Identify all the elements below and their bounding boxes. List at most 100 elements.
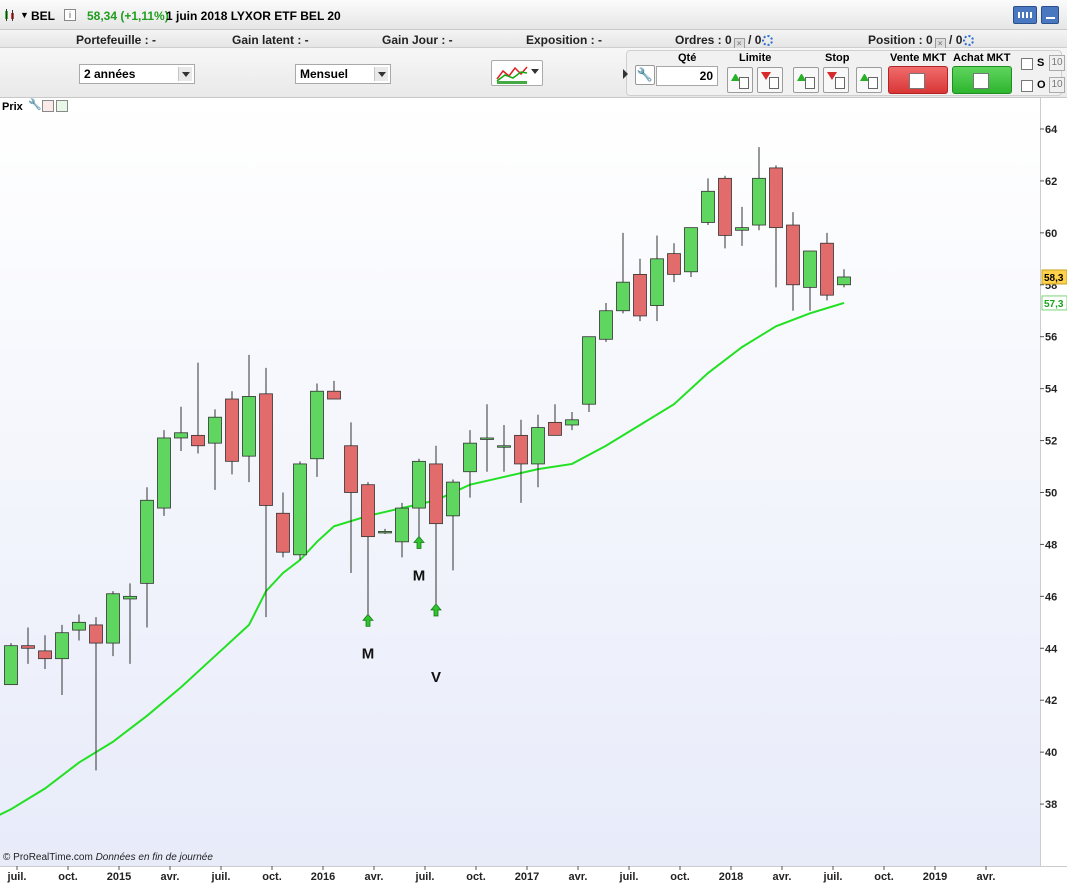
candle-down	[429, 463, 443, 525]
candle-down	[89, 624, 103, 644]
sell-market-button[interactable]	[888, 66, 948, 94]
x-tick-label: 2015	[107, 871, 131, 883]
indicator-chart-icon	[496, 66, 528, 84]
candle-up	[395, 507, 409, 543]
candle-up	[208, 416, 222, 444]
orders-count-a: 0	[725, 33, 732, 47]
symbol-dropdown-arrow-icon[interactable]: ▼	[20, 10, 29, 20]
s-count[interactable]: 10	[1049, 55, 1065, 71]
keyboard-icon[interactable]	[1013, 6, 1037, 24]
symbol-label[interactable]: BEL	[31, 9, 55, 23]
orders-count-b: 0	[754, 33, 762, 47]
buy-market-button[interactable]	[952, 66, 1012, 94]
x-tick-label: 2018	[719, 871, 743, 883]
candle-up	[531, 427, 545, 465]
o-label: O	[1037, 79, 1046, 91]
settings-wrench-icon[interactable]: 🔧	[28, 100, 42, 112]
price-chart[interactable]: 3840424446485052545658606264juil. oct. 201…	[0, 98, 1067, 886]
stop-label: Stop	[825, 52, 850, 64]
candle-down	[276, 512, 290, 553]
candle-up	[293, 463, 307, 556]
candle-down	[769, 167, 783, 229]
position-label: Position :	[868, 33, 923, 47]
indicators-button[interactable]	[491, 60, 543, 86]
candle-up	[106, 593, 120, 644]
candle-down	[667, 253, 681, 275]
stop-limit-button[interactable]	[856, 67, 882, 93]
limit-sell-button[interactable]	[757, 67, 783, 93]
gain-latent-text: Gain latent : -	[232, 33, 309, 47]
green-arrow-up-icon[interactable]	[56, 100, 68, 112]
candle-down	[786, 224, 800, 286]
chevron-down-icon	[178, 67, 192, 81]
candle-up	[752, 177, 766, 226]
orders-gear-icon[interactable]	[762, 35, 774, 46]
x-tick-label: oct.	[466, 871, 486, 883]
candle-up	[701, 190, 715, 223]
copyright-footer: © ProRealTime.com Données en fin de jour…	[3, 852, 213, 863]
ma-price-tag: 57,3	[1044, 299, 1064, 310]
candle-up	[72, 621, 86, 631]
candle-down	[21, 645, 35, 649]
info-icon[interactable]: i	[64, 9, 76, 21]
x-tick-label: 2016	[311, 871, 335, 883]
x-tick-label: oct.	[670, 871, 690, 883]
stop-sell-button[interactable]	[823, 67, 849, 93]
prix-label: Prix	[2, 101, 23, 113]
candle-up	[140, 499, 154, 584]
period-value: 2 années	[84, 67, 136, 81]
o-count[interactable]: 10	[1049, 77, 1065, 93]
y-tick-label: 52	[1045, 436, 1057, 448]
signal-arrow-icon	[430, 603, 442, 617]
candle-down	[191, 434, 205, 447]
red-arrow-down-icon[interactable]	[42, 100, 54, 112]
orders-label: Ordres :	[675, 33, 722, 47]
chevron-down-icon	[531, 69, 539, 74]
x-tick-label: juil.	[415, 871, 435, 883]
orders-sep: /	[748, 33, 752, 47]
x-tick-label: juil.	[823, 871, 843, 883]
y-tick-label: 44	[1045, 643, 1058, 655]
candle-down	[38, 650, 52, 660]
interval-select[interactable]: Mensuel	[295, 64, 391, 84]
s-checkbox[interactable]	[1021, 58, 1033, 70]
y-tick-label: 64	[1045, 124, 1058, 136]
y-tick-label: 54	[1045, 384, 1058, 396]
data-note: Données en fin de journée	[95, 852, 213, 863]
document-icon	[868, 77, 878, 89]
candle-down	[514, 434, 528, 465]
o-checkbox[interactable]	[1021, 80, 1033, 92]
x-tick-label: avr.	[569, 871, 588, 883]
candle-up	[174, 432, 188, 439]
candle-up	[599, 310, 613, 340]
candle-down	[633, 273, 647, 317]
wrench-icon[interactable]: 🔧	[635, 65, 655, 85]
candle-down	[820, 242, 834, 296]
stop-buy-button[interactable]	[793, 67, 819, 93]
panel-toggle-icon[interactable]	[623, 69, 628, 79]
candle-up	[650, 258, 664, 306]
y-tick-label: 42	[1045, 695, 1057, 707]
x-tick-label: 2019	[923, 871, 947, 883]
x-tick-label: oct.	[58, 871, 78, 883]
candle-down	[548, 421, 562, 436]
candle-down	[259, 393, 273, 506]
interval-value: Mensuel	[300, 67, 349, 81]
y-tick-label: 62	[1045, 176, 1057, 188]
x-tick-label: oct.	[874, 871, 894, 883]
limit-buy-button[interactable]	[727, 67, 753, 93]
x-tick-label: 2017	[515, 871, 539, 883]
candle-up	[616, 281, 630, 312]
candle-up	[446, 481, 460, 517]
quantity-input[interactable]: 20	[656, 66, 718, 86]
y-tick-label: 50	[1045, 487, 1057, 499]
price-change: 58,34 (+1,11%)	[87, 9, 169, 23]
minimize-icon[interactable]	[1041, 6, 1059, 24]
chevron-down-icon	[374, 67, 388, 81]
position-gear-icon[interactable]	[963, 35, 975, 46]
title-bar: ▼ BEL i 58,34 (+1,11%) 1 juin 2018 LYXOR…	[0, 0, 1067, 30]
period-select[interactable]: 2 années	[79, 64, 195, 84]
signal-label: M	[413, 567, 426, 584]
portfolio-info-bar: Portefeuille : - Gain latent : - Gain Jo…	[0, 30, 1067, 49]
candle-down	[225, 398, 239, 462]
